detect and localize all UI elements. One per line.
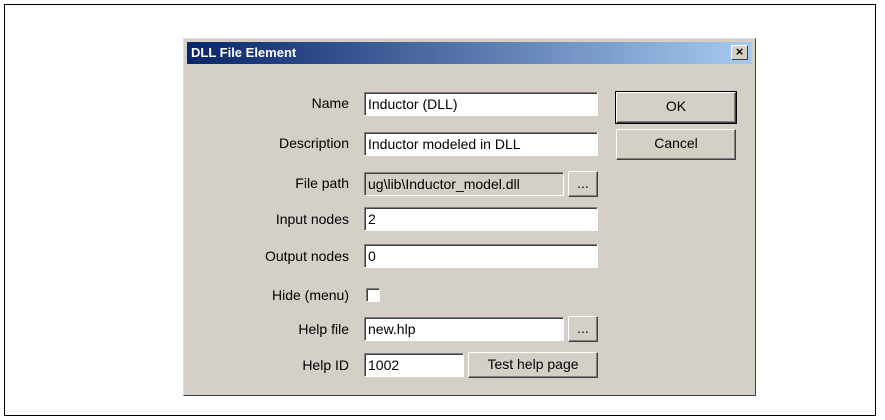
description-label: Description bbox=[278, 135, 349, 151]
file-path-label: File path bbox=[295, 175, 349, 191]
help-id-label: Help ID bbox=[302, 357, 349, 373]
name-input[interactable]: Inductor (DLL) bbox=[364, 92, 598, 116]
close-icon[interactable]: × bbox=[731, 45, 748, 60]
help-id-input[interactable]: 1002 bbox=[364, 353, 464, 377]
hide-menu-checkbox[interactable] bbox=[366, 288, 380, 302]
hide-menu-label: Hide (menu) bbox=[271, 287, 349, 303]
output-nodes-label: Output nodes bbox=[264, 248, 349, 264]
help-file-browse-button[interactable]: ... bbox=[568, 316, 598, 342]
file-path-input[interactable]: ug\lib\Inductor_model.dll bbox=[364, 172, 564, 196]
help-file-label: Help file bbox=[298, 321, 349, 337]
dll-file-element-dialog: DLL File Element × Name Inductor (DLL) D… bbox=[183, 38, 756, 396]
input-nodes-input[interactable]: 2 bbox=[364, 207, 598, 231]
description-input[interactable]: Inductor modeled in DLL bbox=[364, 132, 598, 156]
test-help-page-button[interactable]: Test help page bbox=[468, 352, 598, 378]
title-bar[interactable]: DLL File Element × bbox=[187, 42, 752, 64]
output-nodes-input[interactable]: 0 bbox=[364, 244, 598, 268]
file-path-browse-button[interactable]: ... bbox=[568, 171, 598, 197]
name-label: Name bbox=[311, 95, 349, 111]
dialog-title: DLL File Element bbox=[191, 45, 297, 60]
cancel-button[interactable]: Cancel bbox=[616, 129, 736, 160]
help-file-input[interactable]: new.hlp bbox=[364, 317, 564, 341]
input-nodes-label: Input nodes bbox=[275, 211, 349, 227]
ok-button[interactable]: OK bbox=[615, 91, 737, 124]
